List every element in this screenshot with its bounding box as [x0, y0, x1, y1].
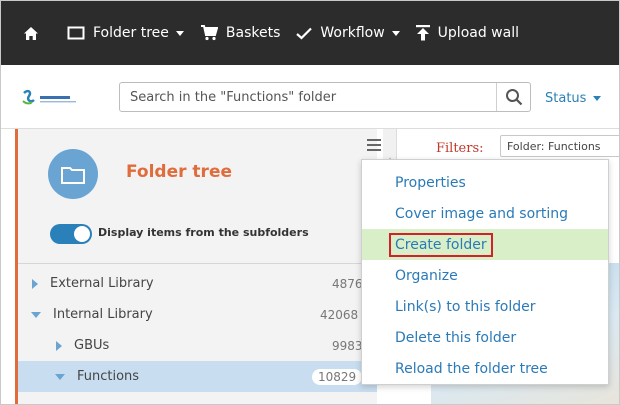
search-bar-row: Status [1, 65, 619, 129]
filters-label: Filters: [436, 141, 484, 156]
menu-item-label: Cover image and sorting [395, 205, 569, 222]
upload-icon [415, 25, 430, 41]
solvay-logo[interactable] [21, 89, 79, 107]
chevron-down-icon [175, 30, 184, 36]
chevron-down-icon [593, 96, 602, 101]
expand-arrow-icon[interactable] [56, 340, 62, 351]
menu-item-cover-image-sorting[interactable]: Cover image and sorting [362, 198, 608, 229]
tree-item-label: GBUs [74, 338, 110, 353]
tree-item-gbus[interactable]: GBUs 9983 [18, 330, 377, 361]
status-dropdown[interactable]: Status [545, 91, 602, 106]
menu-item-links-to-folder[interactable]: Link(s) to this folder [362, 291, 608, 322]
search-icon [506, 89, 523, 106]
nav-upload-wall[interactable]: Upload wall [415, 25, 519, 41]
tree-item-label: External Library [50, 276, 154, 291]
menu-item-label: Organize [395, 267, 458, 284]
subfolders-toggle[interactable] [50, 224, 92, 244]
menu-item-properties[interactable]: Properties [362, 167, 608, 198]
tree-item-label: Functions [77, 369, 140, 384]
menu-item-label: Link(s) to this folder [395, 298, 536, 315]
nav-workflow-label: Workflow [320, 25, 385, 41]
tree-item-count: 9983 [332, 338, 363, 353]
chevron-down-icon [391, 30, 400, 36]
filter-chip[interactable]: Folder: Functions [500, 135, 619, 157]
tree-item-count: 10829 [312, 368, 363, 385]
menu-item-label: Properties [395, 174, 466, 191]
status-label: Status [545, 91, 587, 106]
home-icon [24, 26, 38, 40]
check-icon [296, 27, 313, 40]
tree-item-external-library[interactable]: External Library 4876 [18, 268, 377, 299]
tree-item-count: 4876 [332, 276, 363, 291]
collapse-arrow-icon[interactable] [55, 373, 65, 380]
tree-item-label: Internal Library [53, 307, 153, 322]
folder-tree-sidebar: Folder tree Display items from the subfo… [15, 129, 381, 404]
nav-folder-tree[interactable]: Folder tree [67, 25, 184, 41]
tree-item-internal-library[interactable]: Internal Library 42068 [18, 299, 377, 330]
search-button[interactable] [497, 83, 531, 111]
nav-baskets-label: Baskets [225, 25, 281, 41]
tree-item-functions[interactable]: Functions 10829 [18, 361, 377, 392]
collapse-arrow-icon[interactable] [31, 311, 41, 318]
top-navigation-bar: Folder tree Baskets Workflow Upload wall [1, 1, 619, 65]
menu-item-reload-tree[interactable]: Reload the folder tree [362, 353, 608, 384]
menu-item-label: Create folder [389, 232, 493, 257]
menu-item-create-folder[interactable]: Create folder [362, 229, 608, 260]
hamburger-menu-icon[interactable] [367, 139, 381, 151]
menu-item-label: Reload the folder tree [395, 360, 548, 377]
tree-item-count: 42068 [320, 307, 359, 322]
folder-icon [61, 166, 85, 184]
folder-context-menu: Properties Cover image and sorting Creat… [361, 159, 609, 385]
search-box [119, 82, 531, 112]
cart-icon [200, 25, 218, 41]
sidebar-title: Folder tree [126, 162, 233, 182]
sidebar-divider [18, 263, 377, 264]
menu-item-label: Delete this folder [395, 329, 517, 346]
folder-outline-icon [67, 26, 85, 40]
app-window: Folder tree Baskets Workflow Upload wall [0, 0, 620, 405]
nav-upload-wall-label: Upload wall [437, 25, 519, 41]
nav-home[interactable] [23, 26, 47, 41]
subfolders-toggle-label: Display items from the subfolders [98, 226, 309, 239]
folder-avatar [48, 149, 98, 199]
menu-item-delete-folder[interactable]: Delete this folder [362, 322, 608, 353]
nav-baskets[interactable]: Baskets [200, 25, 280, 41]
menu-item-organize[interactable]: Organize [362, 260, 608, 291]
nav-folder-tree-label: Folder tree [93, 25, 169, 41]
expand-arrow-icon[interactable] [32, 278, 38, 289]
search-input[interactable] [120, 83, 496, 111]
nav-workflow[interactable]: Workflow [296, 25, 400, 41]
